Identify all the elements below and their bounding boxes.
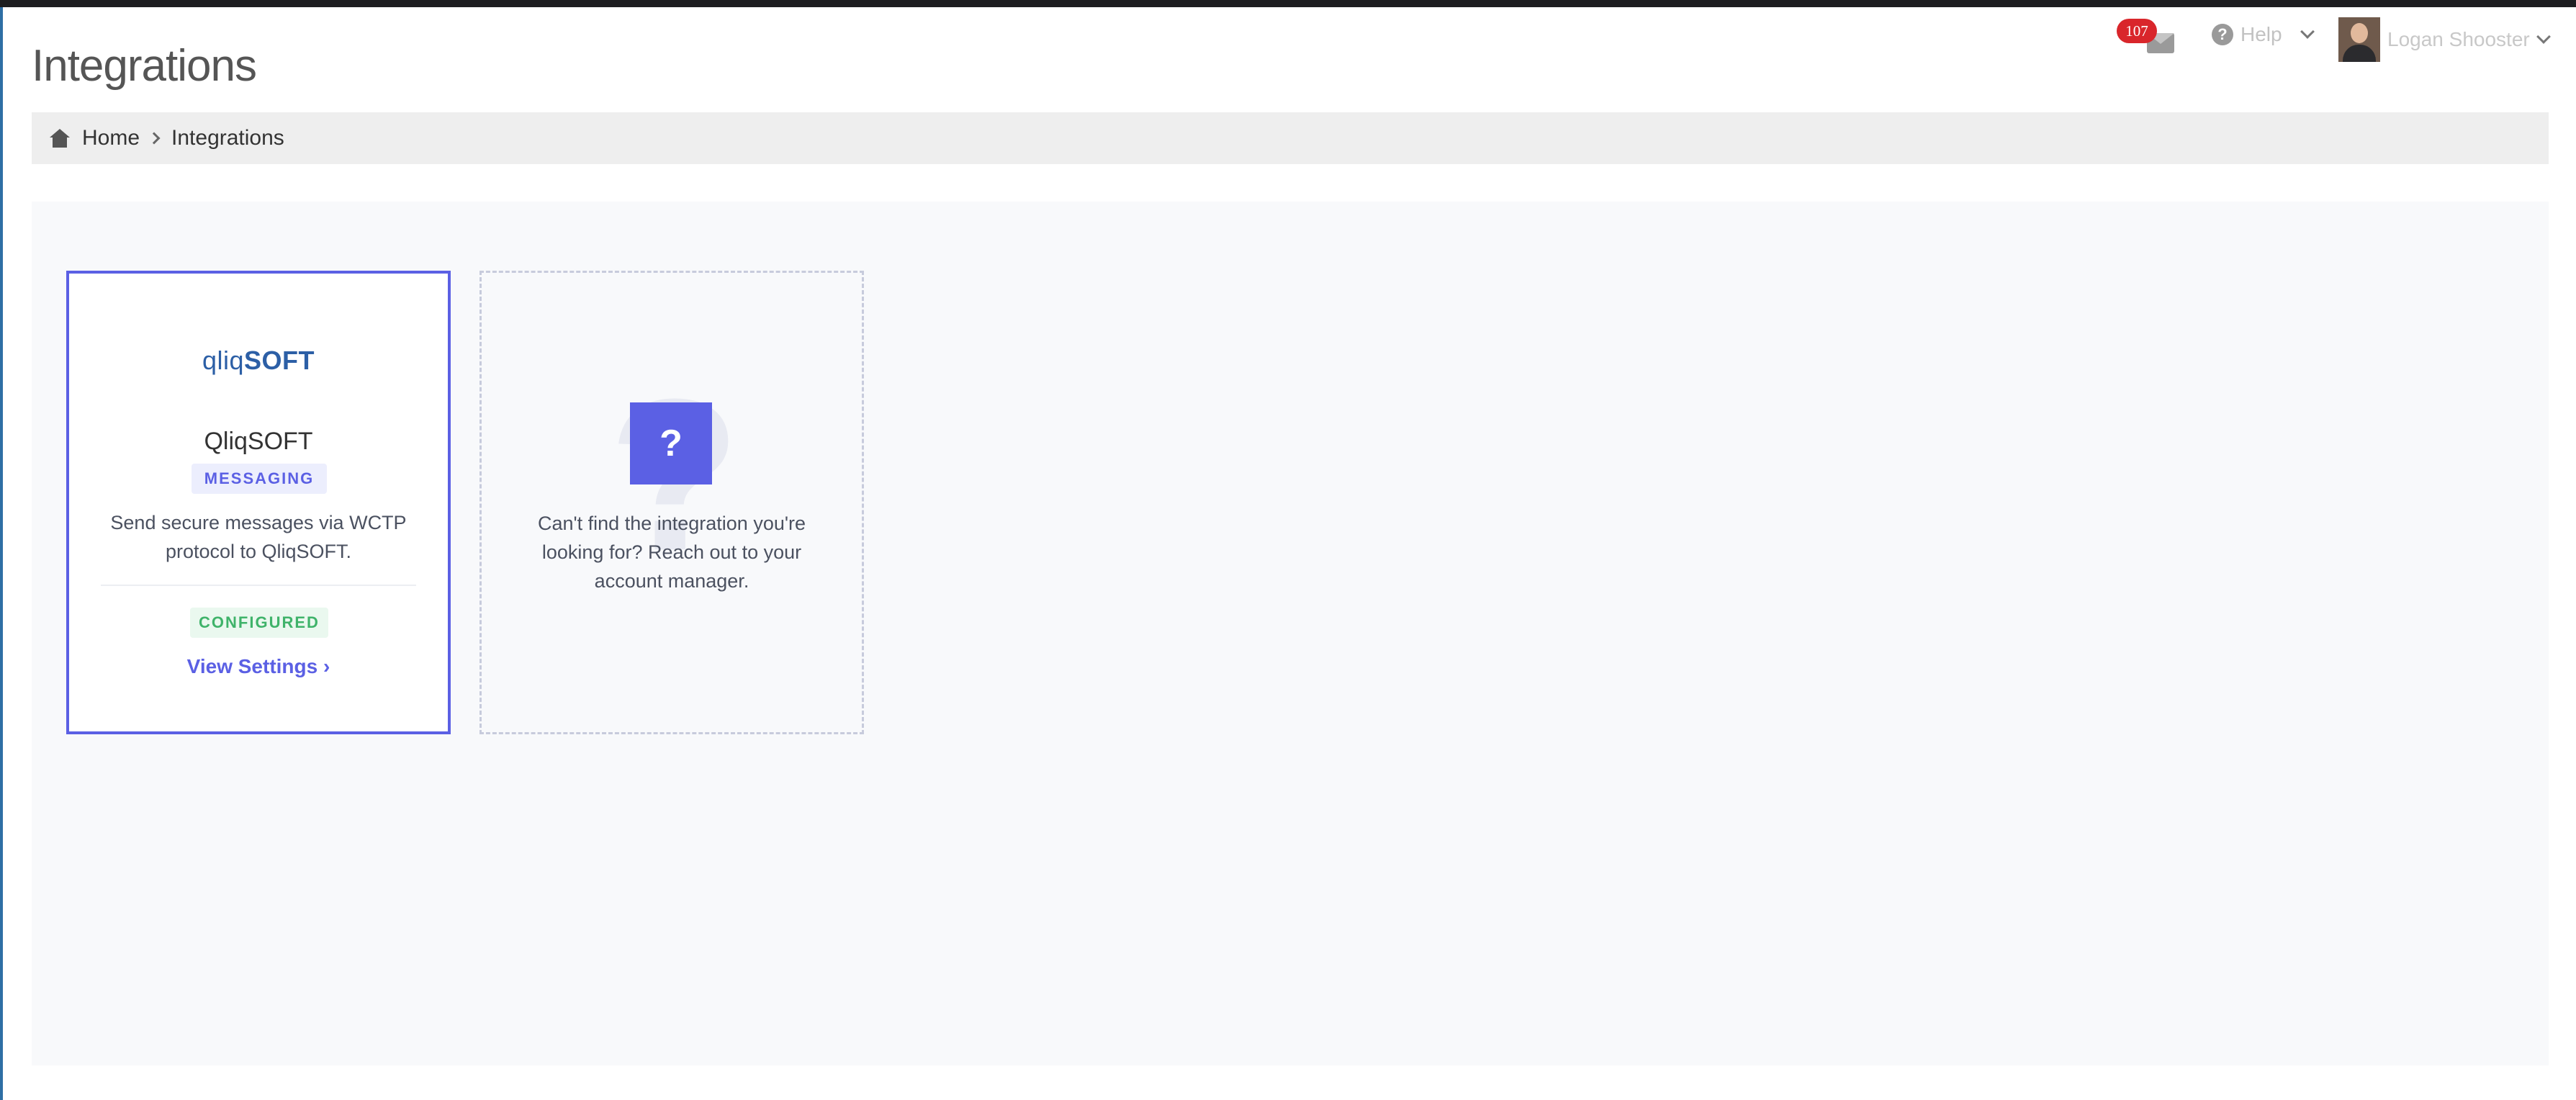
- question-circle-icon: ?: [2212, 24, 2233, 45]
- messages-button[interactable]: 107: [2117, 19, 2174, 62]
- chevron-right-icon: [148, 132, 161, 145]
- window-left-edge: [0, 7, 3, 1100]
- breadcrumb: Home Integrations: [32, 112, 2549, 164]
- integration-description: Send secure messages via WCTP protocol t…: [110, 512, 407, 562]
- user-menu[interactable]: Logan Shooster: [2338, 17, 2551, 62]
- message-count-badge: 107: [2117, 19, 2157, 43]
- home-icon: [49, 129, 71, 148]
- breadcrumb-current: Integrations: [171, 126, 284, 150]
- card-divider: [101, 585, 416, 586]
- placeholder-message: Can't find the integration you're lookin…: [537, 513, 806, 592]
- integrations-grid: qliqSOFT QliqSOFT MESSAGING Send secure …: [32, 202, 2549, 1065]
- breadcrumb-home-link[interactable]: Home: [82, 126, 140, 150]
- avatar: [2338, 17, 2380, 62]
- chevron-down-icon: [2300, 24, 2315, 39]
- window-top-strip: [0, 0, 2576, 7]
- question-mark-icon: ?: [630, 402, 712, 484]
- integration-name: QliqSOFT: [204, 428, 313, 455]
- missing-integration-card: ? ? Can't find the integration you're lo…: [479, 271, 864, 734]
- chevron-down-icon: [2536, 30, 2551, 44]
- status-badge: CONFIGURED: [190, 608, 328, 638]
- help-label: Help: [2241, 23, 2282, 45]
- category-badge: MESSAGING: [192, 464, 327, 494]
- integration-card-qliqsoft[interactable]: qliqSOFT QliqSOFT MESSAGING Send secure …: [66, 271, 451, 734]
- help-menu[interactable]: ? Help: [2212, 20, 2315, 49]
- qliqsoft-logo: qliqSOFT: [202, 346, 315, 375]
- page-title: Integrations: [32, 41, 257, 91]
- user-name: Logan Shooster: [2387, 28, 2530, 50]
- view-settings-link[interactable]: View Settings ›: [69, 655, 448, 678]
